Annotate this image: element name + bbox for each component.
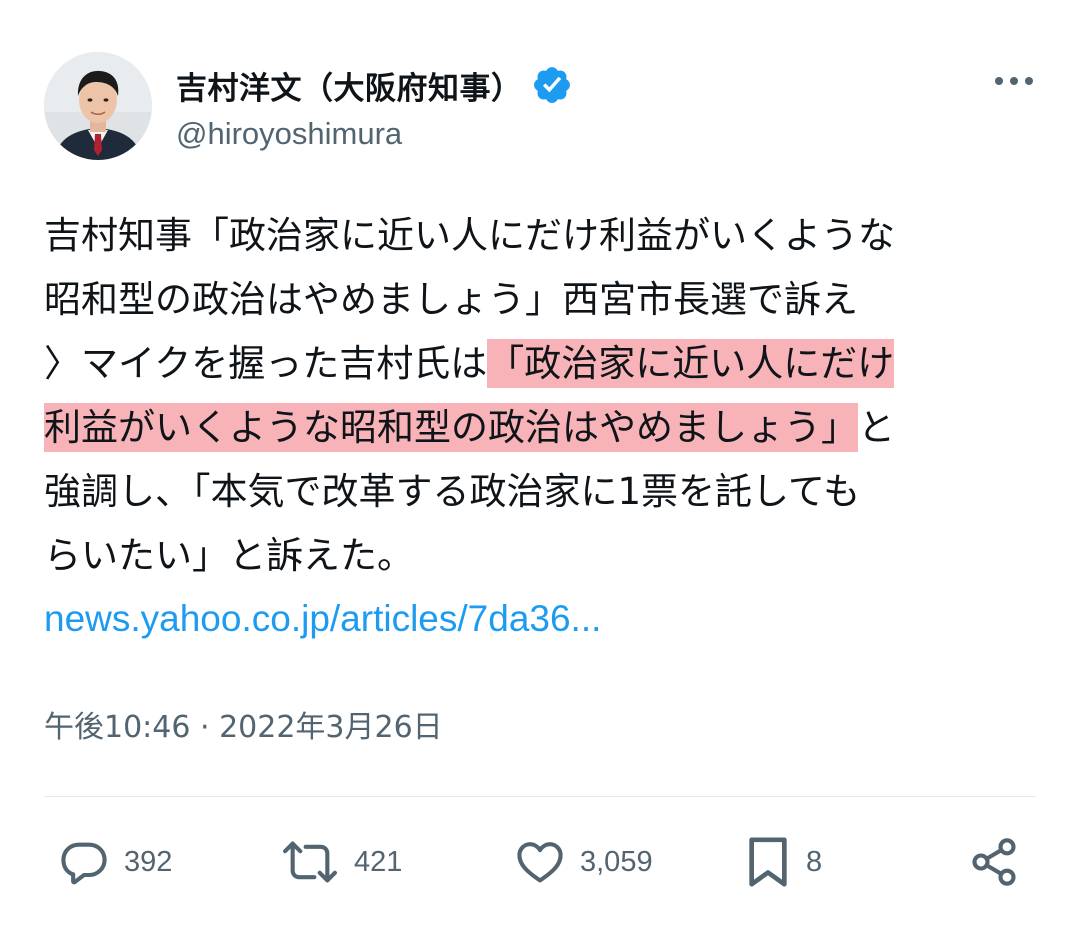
heart-icon [517, 842, 563, 883]
highlighted-quote: 「政治家に近い人にだけ [487, 339, 895, 388]
text-segment: 吉村知事「政治家に近い人にだけ利益がいくような [44, 214, 895, 257]
retweet-icon [283, 841, 337, 883]
tweet-card: 吉村洋文（大阪府知事） @hiroyoshimura 吉村知事「政治家に近い人に… [0, 0, 1080, 934]
action-bar: 392 421 3,059 8 [44, 830, 1036, 894]
retweet-count: 421 [354, 845, 403, 878]
like-count: 3,059 [580, 845, 653, 878]
text-segment: 強調し、「本気で改革する政治家に1票を託しても [44, 470, 861, 513]
reply-count: 392 [124, 845, 173, 878]
tweet-text-line: 〉マイクを握った吉村氏は「政治家に近い人にだけ [44, 332, 1044, 396]
divider [44, 796, 1036, 797]
avatar[interactable] [44, 52, 152, 160]
tweet-text-line: 利益がいくような昭和型の政治はやめましょう」と [44, 396, 1044, 460]
share-icon [972, 838, 1016, 886]
share-button[interactable] [968, 830, 1020, 894]
text-segment: 〉マイクを握った吉村氏は [44, 342, 488, 385]
text-segment: 昭和型の政治はやめましょう」西宮市長選で訴え [44, 278, 858, 321]
avatar-image [44, 52, 152, 160]
highlighted-quote: 利益がいくような昭和型の政治はやめましょう」 [44, 403, 858, 452]
article-link[interactable]: news.yahoo.co.jp/articles/7da36... [44, 598, 601, 640]
user-handle[interactable]: @hiroyoshimura [176, 116, 402, 152]
bookmark-count: 8 [806, 845, 823, 878]
verified-badge-icon [531, 64, 573, 106]
tweet-text: 吉村知事「政治家に近い人にだけ利益がいくような 昭和型の政治はやめましょう」西宮… [44, 204, 1044, 588]
tweet-text-line: らいたい」と訴えた。 [44, 524, 1044, 588]
tweet-header: 吉村洋文（大阪府知事） @hiroyoshimura [44, 52, 1036, 164]
display-name[interactable]: 吉村洋文（大阪府知事） [176, 63, 523, 108]
more-dots-icon [995, 77, 1033, 85]
more-options-button[interactable] [992, 64, 1036, 98]
bookmark-icon [749, 837, 787, 887]
tweet-timestamp[interactable]: 午後10:46 · 2022年3月26日 [44, 702, 443, 746]
retweet-button[interactable]: 421 [280, 830, 402, 894]
tweet-text-line: 強調し、「本気で改革する政治家に1票を託しても [44, 460, 1044, 524]
reply-button[interactable]: 392 [58, 830, 172, 894]
text-segment: らいたい」と訴えた。 [44, 534, 414, 577]
bookmark-button[interactable]: 8 [744, 830, 822, 894]
reply-icon [61, 842, 107, 885]
name-row: 吉村洋文（大阪府知事） [176, 60, 573, 110]
like-button[interactable]: 3,059 [514, 830, 653, 894]
tweet-text-line: 昭和型の政治はやめましょう」西宮市長選で訴え [44, 268, 1044, 332]
tweet-text-line: 吉村知事「政治家に近い人にだけ利益がいくような [44, 204, 1044, 268]
text-segment: と [858, 406, 895, 449]
